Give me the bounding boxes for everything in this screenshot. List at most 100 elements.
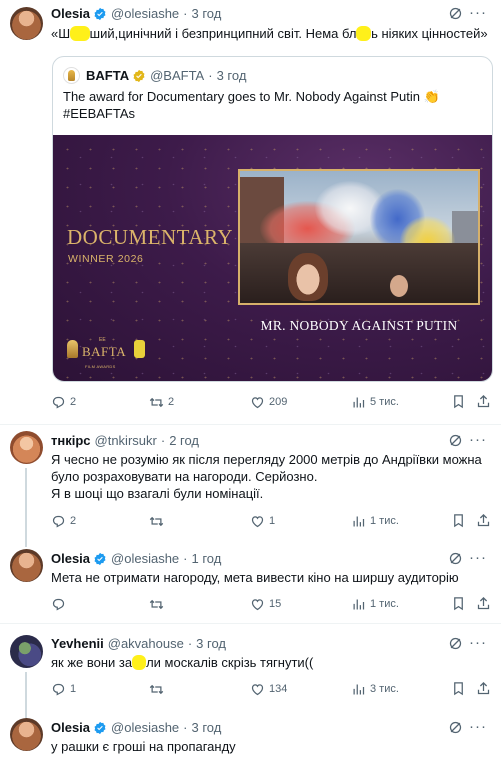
tweet-header: тнкірс @tnkirsukr · 2 год bbox=[51, 433, 199, 448]
tweet-actions: 2 2 209 5 тис. bbox=[51, 394, 491, 410]
bookmark-icon[interactable] bbox=[451, 394, 466, 409]
timestamp[interactable]: 3 год bbox=[192, 720, 222, 735]
grok-icon[interactable] bbox=[448, 551, 463, 566]
grok-icon[interactable] bbox=[448, 720, 463, 735]
grok-icon[interactable] bbox=[448, 6, 463, 21]
tweet-header: Olesia @olesiashe · 3 год bbox=[51, 720, 221, 735]
tweet-4[interactable]: Yevhenii @akvahouse · 3 год ··· як же во… bbox=[0, 629, 501, 718]
timestamp[interactable]: 1 год bbox=[192, 551, 222, 566]
retweet-icon bbox=[149, 599, 164, 609]
retweet-icon bbox=[149, 397, 164, 407]
retweet-button[interactable]: 2 bbox=[149, 394, 174, 410]
author-name[interactable]: Olesia bbox=[51, 720, 90, 735]
tweet-text-part: як же вони за bbox=[51, 655, 133, 670]
reply-button[interactable]: 1 bbox=[51, 681, 76, 697]
views-count: 5 тис. bbox=[370, 396, 399, 408]
reply-icon bbox=[52, 683, 65, 696]
quoted-tweet-header: BAFTA @BAFTA · 3 год bbox=[63, 67, 246, 84]
reply-icon bbox=[52, 598, 65, 611]
views-count: 1 тис. bbox=[370, 598, 399, 610]
tweet-text-part: «Ш bbox=[51, 26, 71, 41]
more-icon[interactable]: ··· bbox=[469, 718, 487, 735]
bookmark-icon[interactable] bbox=[451, 596, 466, 611]
heart-icon bbox=[251, 515, 264, 527]
like-button[interactable]: 134 bbox=[250, 681, 287, 697]
author-name[interactable]: Olesia bbox=[51, 6, 90, 21]
separator-dot: · bbox=[183, 551, 188, 566]
author-handle[interactable]: @akvahouse bbox=[108, 636, 184, 651]
avatar[interactable] bbox=[10, 549, 43, 582]
verified-badge-icon bbox=[133, 69, 145, 82]
reply-button[interactable]: 2 bbox=[51, 394, 76, 410]
views-button[interactable]: 1 тис. bbox=[351, 596, 399, 612]
author-handle[interactable]: @olesiashe bbox=[111, 6, 179, 21]
grok-icon[interactable] bbox=[448, 433, 463, 448]
heart-icon bbox=[251, 683, 264, 695]
reply-icon bbox=[52, 396, 65, 409]
share-icon[interactable] bbox=[476, 513, 491, 528]
censor-highlight: яд bbox=[356, 26, 372, 41]
views-button[interactable]: 1 тис. bbox=[351, 513, 399, 529]
separator-dot: · bbox=[183, 720, 188, 735]
tweet-text-part: ь ніяких цінностей» bbox=[371, 26, 488, 41]
more-icon[interactable]: ··· bbox=[469, 549, 487, 566]
bafta-avatar[interactable] bbox=[63, 67, 80, 84]
retweet-button[interactable] bbox=[149, 681, 164, 697]
share-icon[interactable] bbox=[476, 394, 491, 409]
reply-button[interactable] bbox=[51, 596, 66, 612]
tweet-text: Я чесно не розумію як після перегляду 20… bbox=[51, 452, 482, 501]
timestamp[interactable]: 2 год bbox=[169, 433, 199, 448]
avatar[interactable] bbox=[10, 635, 43, 668]
bookmark-icon[interactable] bbox=[451, 513, 466, 528]
verified-badge-icon bbox=[94, 721, 106, 734]
author-name[interactable]: Olesia bbox=[51, 551, 90, 566]
grok-icon[interactable] bbox=[448, 636, 463, 651]
share-icon[interactable] bbox=[476, 596, 491, 611]
quoted-author-handle[interactable]: @BAFTA bbox=[150, 68, 204, 83]
like-button[interactable]: 15 bbox=[250, 596, 281, 612]
award-image[interactable]: DOCUMENTARY WINNER 2026 MR. NOBODY AGAIN… bbox=[53, 135, 492, 381]
more-icon[interactable]: ··· bbox=[469, 634, 487, 651]
quoted-tweet[interactable]: BAFTA @BAFTA · 3 год The award for Docum… bbox=[52, 56, 493, 382]
thread-line bbox=[25, 672, 27, 718]
retweet-button[interactable] bbox=[149, 596, 164, 612]
timestamp[interactable]: 3 год bbox=[196, 636, 226, 651]
avatar[interactable] bbox=[10, 718, 43, 751]
quoted-author-name[interactable]: BAFTA bbox=[86, 68, 129, 83]
hashtag-link[interactable]: #EEBAFTAs bbox=[63, 106, 135, 121]
divider bbox=[0, 623, 501, 624]
like-button[interactable]: 209 bbox=[250, 394, 287, 410]
views-button[interactable]: 5 тис. bbox=[351, 394, 399, 410]
retweet-button[interactable] bbox=[149, 513, 164, 529]
tweet-2[interactable]: тнкірс @tnkirsukr · 2 год ··· Я чесно не… bbox=[0, 425, 501, 547]
tweet-5[interactable]: Olesia @olesiashe · 3 год ··· у рашки є … bbox=[0, 713, 501, 759]
timestamp[interactable]: 3 год bbox=[192, 6, 222, 21]
more-icon[interactable]: ··· bbox=[469, 4, 487, 21]
views-button[interactable]: 3 тис. bbox=[351, 681, 399, 697]
reply-count: 2 bbox=[70, 396, 77, 408]
avatar[interactable] bbox=[10, 431, 43, 464]
author-handle[interactable]: @olesiashe bbox=[111, 551, 179, 566]
tweet-header: Olesia @olesiashe · 3 год bbox=[51, 6, 221, 21]
tweet-text: Мета не отримати нагороду, мета вивести … bbox=[51, 570, 459, 585]
more-icon[interactable]: ··· bbox=[469, 431, 487, 448]
author-handle[interactable]: @olesiashe bbox=[111, 720, 179, 735]
retweet-icon bbox=[149, 516, 164, 526]
bookmark-icon[interactable] bbox=[451, 681, 466, 696]
heart-icon bbox=[251, 396, 264, 408]
tweet-1[interactable]: Olesia @olesiashe · 3 год ··· «Шxxxший,ц… bbox=[0, 0, 501, 425]
share-icon[interactable] bbox=[476, 681, 491, 696]
quoted-timestamp[interactable]: 3 год bbox=[217, 68, 247, 83]
quoted-tweet-text: The award for Documentary goes to Mr. No… bbox=[63, 88, 483, 122]
verified-badge-icon bbox=[94, 7, 106, 20]
author-name[interactable]: Yevhenii bbox=[51, 636, 104, 651]
avatar[interactable] bbox=[10, 7, 43, 40]
separator-dot: · bbox=[160, 433, 166, 448]
reply-button[interactable]: 2 bbox=[51, 513, 76, 529]
author-name[interactable]: тнкірс bbox=[51, 433, 91, 448]
like-count: 15 bbox=[269, 598, 282, 610]
tweet-actions: 15 1 тис. bbox=[51, 596, 491, 612]
tweet-3[interactable]: Olesia @olesiashe · 1 год ··· Мета не от… bbox=[0, 543, 501, 623]
author-handle[interactable]: @tnkirsukr bbox=[95, 433, 157, 448]
like-button[interactable]: 1 bbox=[250, 513, 275, 529]
